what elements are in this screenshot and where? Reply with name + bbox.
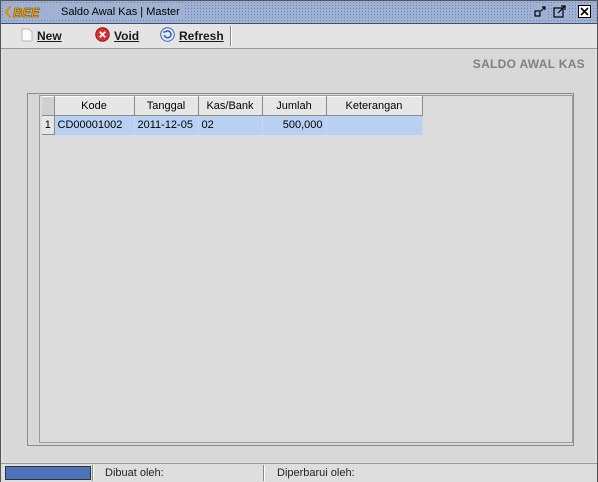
toolbar-divider xyxy=(230,26,232,46)
main-content: SALDO AWAL KAS Kode Tanggal Kas/Bank Jum… xyxy=(3,49,595,462)
status-bar: Dibuat oleh: Diperbarui oleh: xyxy=(1,463,597,482)
void-button[interactable]: Void xyxy=(95,27,140,45)
void-icon xyxy=(95,27,110,45)
app-window: BEE Saldo Awal Kas | Master New Void Ref… xyxy=(0,0,598,482)
bee-logo-icon: BEE xyxy=(5,5,40,19)
table-panel: Kode Tanggal Kas/Bank Jumlah Keterangan … xyxy=(27,93,574,446)
status-divider xyxy=(263,465,265,481)
table-header-row: Kode Tanggal Kas/Bank Jumlah Keterangan xyxy=(42,96,423,116)
cell-tanggal[interactable]: 2011-12-05 xyxy=(134,115,199,135)
column-header-keterangan[interactable]: Keterangan xyxy=(326,96,423,116)
bee-logo: BEE xyxy=(3,4,59,20)
column-header-kode[interactable]: Kode xyxy=(54,96,135,116)
cell-keterangan[interactable] xyxy=(326,115,423,135)
maximize-icon[interactable] xyxy=(552,4,567,19)
cell-kode[interactable]: CD00001002 xyxy=(54,115,135,135)
new-button-label: New xyxy=(37,29,62,43)
toolbar: New Void Refresh xyxy=(1,24,597,49)
section-title: SALDO AWAL KAS xyxy=(472,57,585,71)
data-grid[interactable]: Kode Tanggal Kas/Bank Jumlah Keterangan … xyxy=(39,95,573,443)
column-header-jumlah[interactable]: Jumlah xyxy=(262,96,327,116)
new-document-icon xyxy=(21,28,33,45)
cell-kas-bank[interactable]: 02 xyxy=(198,115,263,135)
title-bar[interactable]: BEE Saldo Awal Kas | Master xyxy=(1,1,597,24)
close-icon[interactable] xyxy=(577,4,592,19)
window-title: Saldo Awal Kas | Master xyxy=(59,4,184,20)
cell-jumlah[interactable]: 500,000 xyxy=(262,115,327,135)
refresh-icon xyxy=(160,27,175,45)
created-by-label: Dibuat oleh: xyxy=(105,467,164,479)
column-header-kas-bank[interactable]: Kas/Bank xyxy=(198,96,263,116)
status-divider xyxy=(92,465,94,481)
refresh-button-label: Refresh xyxy=(179,29,224,43)
void-button-label: Void xyxy=(114,29,140,43)
row-number-header xyxy=(42,96,55,116)
row-number: 1 xyxy=(42,115,55,135)
column-header-tanggal[interactable]: Tanggal xyxy=(134,96,199,116)
status-progress-bar xyxy=(5,466,91,480)
refresh-button[interactable]: Refresh xyxy=(160,27,224,45)
svg-text:BEE: BEE xyxy=(13,5,40,19)
saldo-table: Kode Tanggal Kas/Bank Jumlah Keterangan … xyxy=(42,96,423,135)
new-button[interactable]: New xyxy=(21,28,62,44)
updated-by-label: Diperbarui oleh: xyxy=(277,467,355,479)
table-row[interactable]: 1 CD00001002 2011-12-05 02 500,000 xyxy=(42,115,423,135)
restore-icon[interactable] xyxy=(533,4,548,19)
